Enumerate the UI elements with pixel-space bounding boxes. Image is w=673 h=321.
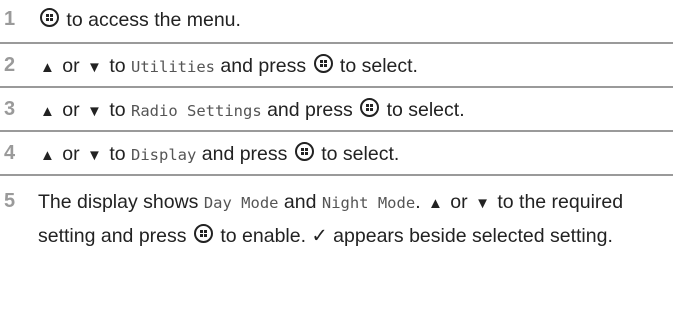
ok-button-icon xyxy=(193,224,213,243)
step-text: The display shows Day Mode and Night Mod… xyxy=(38,191,624,247)
step-text: to access the menu. xyxy=(38,4,667,37)
step-4: 4 ▲ or ▼ to Display and press to select. xyxy=(0,132,673,176)
menu-item-name: Radio Settings xyxy=(131,102,262,120)
up-arrow-icon: ▲ xyxy=(428,195,443,212)
step-text: ▲ or ▼ to Radio Settings and press to se… xyxy=(40,98,465,121)
up-arrow-icon: ▲ xyxy=(40,147,55,164)
ok-button-icon xyxy=(294,142,314,161)
step-number: 5 xyxy=(4,190,16,212)
down-arrow-icon: ▼ xyxy=(475,195,490,212)
down-arrow-icon: ▼ xyxy=(87,59,102,76)
step-number: 1 xyxy=(4,8,16,30)
menu-item-name: Utilities xyxy=(131,58,216,76)
down-arrow-icon: ▼ xyxy=(87,147,102,164)
ok-button-icon xyxy=(40,8,59,27)
up-arrow-icon: ▲ xyxy=(40,59,55,76)
step-number: 4 xyxy=(4,142,16,164)
step-text: ▲ or ▼ to Display and press to select. xyxy=(40,142,400,165)
ok-button-icon xyxy=(360,98,380,117)
step-2: 2 ▲ or ▼ to Utilities and press to selec… xyxy=(0,44,673,88)
ok-button-icon xyxy=(313,54,333,73)
instruction-steps: 1 to access the menu. 2 ▲ or ▼ to Utilit… xyxy=(0,0,673,321)
step-number: 2 xyxy=(4,54,16,76)
step-text: ▲ or ▼ to Utilities and press to select. xyxy=(40,54,418,77)
step-3: 3 ▲ or ▼ to Radio Settings and press to … xyxy=(0,88,673,132)
up-arrow-icon: ▲ xyxy=(40,103,55,120)
mode-name: Day Mode xyxy=(203,194,279,212)
step-number: 3 xyxy=(4,98,16,120)
down-arrow-icon: ▼ xyxy=(87,103,102,120)
menu-item-name: Display xyxy=(131,146,197,164)
step-1: 1 to access the menu. xyxy=(0,0,673,44)
step-5: 5 The display shows Day Mode and Night M… xyxy=(0,176,673,321)
mode-name: Night Mode xyxy=(321,194,416,212)
